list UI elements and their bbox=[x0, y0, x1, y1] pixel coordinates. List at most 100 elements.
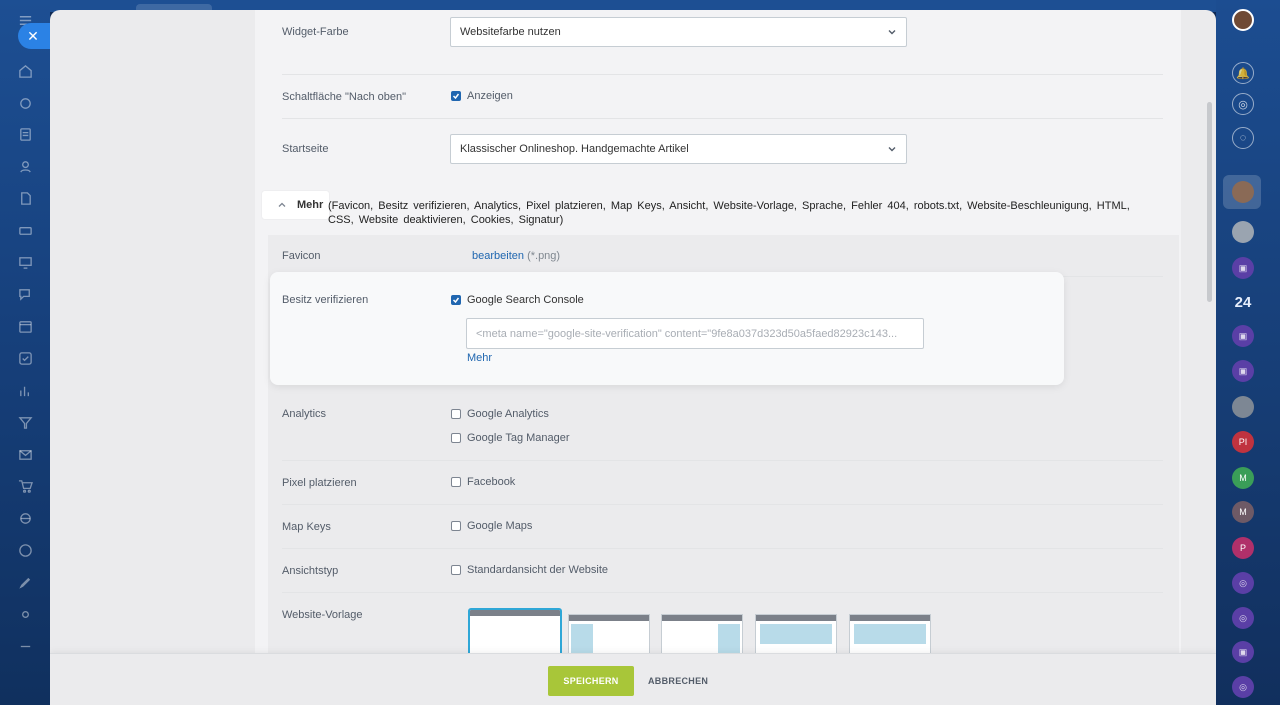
template-sidebar-block bbox=[718, 624, 740, 655]
back-to-top-label: Schaltfläche "Nach oben" bbox=[282, 91, 406, 103]
template-option-4[interactable] bbox=[755, 614, 837, 656]
bot-icon[interactable]: ▣ bbox=[1232, 360, 1254, 382]
contact-avatar-3[interactable] bbox=[1232, 396, 1254, 418]
settings-slider: Widget-Farbe Websitefarbe nutzen Schaltf… bbox=[50, 10, 1216, 705]
avatar-p[interactable]: P bbox=[1232, 537, 1254, 559]
openlines-icon[interactable]: ◎ bbox=[1232, 572, 1254, 594]
activity-icon[interactable]: ◎ bbox=[1232, 93, 1254, 115]
divider bbox=[282, 118, 1163, 119]
documents-icon[interactable] bbox=[17, 190, 33, 206]
filter-icon[interactable] bbox=[17, 414, 33, 430]
contacts-icon[interactable] bbox=[17, 158, 33, 174]
analytics-label: Analytics bbox=[282, 408, 327, 420]
sites-icon[interactable] bbox=[17, 510, 33, 526]
template-option-2[interactable] bbox=[568, 614, 650, 656]
template-header-block bbox=[854, 624, 926, 644]
standard-view-checkbox[interactable]: Standardansicht der Website bbox=[451, 564, 608, 576]
widget-color-select[interactable]: Websitefarbe nutzen bbox=[450, 17, 907, 47]
chevron-up-icon bbox=[278, 202, 286, 207]
standard-view-label: Standardansicht der Website bbox=[467, 564, 609, 576]
check-icon[interactable] bbox=[17, 350, 33, 366]
chevron-down-icon bbox=[888, 30, 896, 35]
favicon-value: bearbeiten (*.png) bbox=[472, 250, 560, 262]
google-tag-manager-label: Google Tag Manager bbox=[467, 432, 570, 444]
bot-icon[interactable]: ▣ bbox=[1232, 257, 1254, 279]
google-analytics-label: Google Analytics bbox=[467, 408, 549, 420]
feed-icon[interactable] bbox=[17, 95, 33, 111]
user-avatar[interactable] bbox=[1232, 9, 1254, 31]
avatar-pi[interactable]: PI bbox=[1232, 431, 1254, 453]
counter-24[interactable]: 24 bbox=[1230, 292, 1256, 314]
back-to-top-checkbox[interactable]: Anzeigen bbox=[451, 90, 513, 102]
slider-footer: SPEICHERN ABBRECHEN bbox=[50, 653, 1216, 705]
bot-icon[interactable]: ▣ bbox=[1232, 641, 1254, 663]
divider bbox=[282, 504, 1163, 505]
avatar-m-2[interactable]: M bbox=[1232, 501, 1254, 523]
divider bbox=[282, 548, 1163, 549]
contact-avatar-1[interactable] bbox=[1232, 181, 1254, 203]
openlines-icon[interactable]: ◎ bbox=[1232, 676, 1254, 698]
start-page-label: Startseite bbox=[282, 143, 329, 155]
chat-icon[interactable] bbox=[17, 286, 33, 302]
facebook-checkbox[interactable]: Facebook bbox=[451, 476, 515, 488]
back-to-top-checkbox-label: Anzeigen bbox=[467, 90, 513, 102]
calendar-icon[interactable] bbox=[17, 318, 33, 334]
mail-icon[interactable] bbox=[17, 446, 33, 462]
pixel-label: Pixel platzieren bbox=[282, 477, 357, 489]
template-browser-bar bbox=[756, 615, 836, 621]
google-search-console-checkbox[interactable]: Google Search Console bbox=[451, 294, 584, 306]
template-option-1[interactable] bbox=[468, 608, 562, 656]
more-icon[interactable] bbox=[17, 638, 33, 654]
template-sidebar-block bbox=[571, 624, 593, 655]
checkbox-unchecked-icon bbox=[451, 409, 461, 419]
bot-icon[interactable]: ▣ bbox=[1232, 325, 1254, 347]
checkbox-checked-icon bbox=[451, 91, 461, 101]
openlines-icon[interactable]: ◎ bbox=[1232, 607, 1254, 629]
settings-icon[interactable] bbox=[17, 606, 33, 622]
screen-icon[interactable] bbox=[17, 254, 33, 270]
analytics-icon[interactable] bbox=[17, 382, 33, 398]
scrollbar[interactable] bbox=[1207, 102, 1212, 302]
checkbox-unchecked-icon bbox=[451, 565, 461, 575]
contact-avatar-2[interactable] bbox=[1232, 221, 1254, 243]
google-tag-manager-checkbox[interactable]: Google Tag Manager bbox=[451, 432, 570, 444]
favicon-edit-link[interactable]: bearbeiten bbox=[472, 250, 524, 262]
checkbox-unchecked-icon bbox=[451, 433, 461, 443]
cancel-button[interactable]: ABBRECHEN bbox=[648, 666, 708, 696]
widget-color-value: Websitefarbe nutzen bbox=[460, 26, 561, 38]
divider bbox=[282, 592, 1163, 593]
more-summary: (Favicon, Besitz verifizieren, Analytics… bbox=[328, 200, 1130, 226]
help-icon[interactable] bbox=[17, 542, 33, 558]
start-page-select[interactable]: Klassischer Onlineshop. Handgemachte Art… bbox=[450, 134, 907, 164]
template-browser-bar bbox=[569, 615, 649, 621]
template-browser-bar bbox=[662, 615, 742, 621]
crm-icon[interactable] bbox=[17, 222, 33, 238]
tasks-icon[interactable] bbox=[17, 126, 33, 142]
facebook-label: Facebook bbox=[467, 476, 516, 488]
google-maps-checkbox[interactable]: Google Maps bbox=[451, 520, 532, 532]
verify-more-link[interactable]: Mehr bbox=[467, 352, 492, 364]
template-option-3[interactable] bbox=[661, 614, 743, 656]
template-label: Website-Vorlage bbox=[282, 609, 363, 621]
checkbox-checked-icon bbox=[451, 295, 461, 305]
search-chat-icon[interactable]: ◌ bbox=[1232, 127, 1254, 149]
more-toggle-button[interactable]: Mehr bbox=[262, 191, 329, 219]
verification-meta-input[interactable] bbox=[466, 318, 924, 349]
edit-icon[interactable] bbox=[17, 574, 33, 590]
avatar-m[interactable]: M bbox=[1232, 467, 1254, 489]
favicon-hint: (*.png) bbox=[527, 250, 561, 262]
favicon-label: Favicon bbox=[282, 250, 321, 262]
chevron-down-icon bbox=[888, 147, 896, 152]
template-browser-bar bbox=[850, 615, 930, 621]
notifications-icon[interactable]: 🔔 bbox=[1232, 62, 1254, 84]
save-button[interactable]: SPEICHERN bbox=[548, 666, 634, 696]
google-maps-label: Google Maps bbox=[467, 520, 533, 532]
google-analytics-checkbox[interactable]: Google Analytics bbox=[451, 408, 549, 420]
home-icon[interactable] bbox=[17, 63, 33, 79]
cart-icon[interactable] bbox=[17, 478, 33, 494]
template-option-5[interactable] bbox=[849, 614, 931, 656]
close-slider-button[interactable]: ✕ bbox=[18, 23, 50, 49]
checkbox-unchecked-icon bbox=[451, 521, 461, 531]
close-icon: ✕ bbox=[27, 27, 39, 44]
verify-label: Besitz verifizieren bbox=[282, 294, 369, 306]
